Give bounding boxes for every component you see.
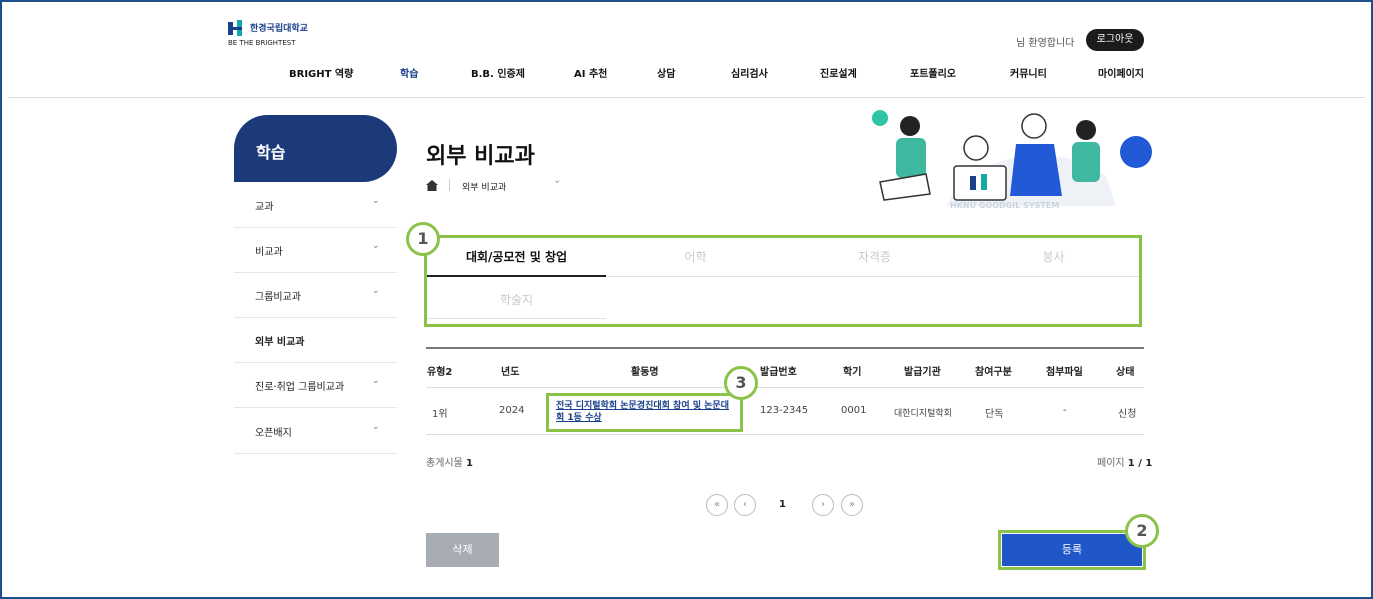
total-value: 1 (466, 458, 473, 469)
table-top-border (426, 347, 1144, 349)
column-header-semester: 학기 (843, 367, 862, 378)
cell-attachment: - (1063, 405, 1067, 416)
chevron-down-icon: ⌄ (372, 422, 380, 432)
sidebar-item-label: 비교과 (255, 247, 283, 258)
annotation-badge-1: 1 (406, 222, 440, 256)
sidebar-title-text: 학습 (256, 143, 286, 162)
logout-button[interactable]: 로그아웃 (1086, 29, 1144, 51)
current-page-number[interactable]: 1 (779, 499, 786, 510)
sidebar-item-label: 오픈배지 (255, 428, 292, 439)
tab-divider (427, 318, 606, 319)
total-label: 총게시물 (426, 458, 463, 469)
tab-language[interactable]: 어학 (606, 248, 785, 265)
logo-mark-icon (228, 20, 248, 36)
column-header-issuer: 발급기관 (904, 367, 941, 378)
annotation-badge-3: 3 (724, 366, 758, 400)
welcome-message: 님 환영합니다 (1016, 38, 1075, 49)
delete-button[interactable]: 삭제 (426, 533, 499, 567)
nav-career-design[interactable]: 진로설계 (820, 65, 857, 80)
nav-community[interactable]: 커뮤니티 (1010, 65, 1047, 80)
activity-title-link[interactable]: 전국 디지털학회 논문경진대회 참여 및 논문대회 1등 수상 (556, 400, 736, 424)
sidebar-item-external-extracurricular[interactable]: 외부 비교과 (234, 318, 397, 363)
sidebar-item-curriculum[interactable]: 교과 ⌄ (234, 183, 397, 228)
logo-tagline: BE THE BRIGHTEST (228, 39, 296, 47)
nav-learning[interactable]: 학습 (400, 65, 418, 80)
page-info: 페이지 1 / 1 (1097, 454, 1152, 469)
prev-page-icon[interactable]: ‹ (734, 494, 756, 516)
cell-semester: 0001 (841, 405, 867, 416)
nav-bb-cert[interactable]: B.B. 인증제 (471, 65, 525, 80)
page-label: 페이지 (1097, 458, 1125, 469)
sidebar-item-label: 교과 (255, 202, 274, 213)
cell-issue-no: 123-2345 (760, 405, 809, 416)
column-header-status: 상태 (1116, 367, 1135, 378)
sidebar-item-label: 진로·취업 그룹비교과 (255, 382, 345, 393)
register-button[interactable]: 등록 (1002, 534, 1142, 566)
column-header-activity: 활동명 (631, 367, 659, 378)
sidebar-item-open-badge[interactable]: 오픈배지 ⌄ (234, 409, 397, 454)
chevron-down-icon: ⌄ (372, 286, 380, 296)
first-page-icon[interactable]: « (706, 494, 728, 516)
nav-ai-recommend[interactable]: AI 추천 (574, 65, 607, 80)
nav-portfolio[interactable]: 포트폴리오 (910, 65, 956, 80)
sidebar-item-career-group[interactable]: 진로·취업 그룹비교과 ⌄ (234, 363, 397, 408)
hero-illustration: HKNU GOODGIL SYSTEM (872, 110, 1152, 210)
header-divider (8, 97, 1365, 98)
table-row-divider (426, 434, 1144, 435)
cell-participation: 단독 (985, 409, 1004, 420)
column-header-issue-no: 발급번호 (760, 367, 797, 378)
nav-mypage[interactable]: 마이페이지 (1098, 65, 1144, 80)
nav-psych-test[interactable]: 심리검사 (731, 65, 768, 80)
page-value: 1 / 1 (1127, 458, 1153, 469)
tab-competition-startup[interactable]: 대회/공모전 및 창업 (427, 248, 606, 265)
cell-type2: 1위 (432, 409, 448, 420)
chevron-down-icon: ⌄ (372, 376, 380, 386)
breadcrumb-chevron-down-icon[interactable]: ⌄ (553, 175, 561, 186)
tab-journal[interactable]: 학술지 (427, 291, 606, 308)
tab-certificate[interactable]: 자격증 (785, 248, 964, 265)
column-header-type2: 유형2 (427, 367, 453, 378)
column-header-participation: 참여구분 (975, 367, 1012, 378)
active-tab-indicator (427, 275, 606, 277)
nav-bright[interactable]: BRIGHT 역량 (289, 65, 353, 80)
column-header-year: 년도 (501, 367, 520, 378)
sidebar-item-extracurricular[interactable]: 비교과 ⌄ (234, 228, 397, 273)
total-count: 총게시물 1 (426, 454, 473, 469)
nav-counseling[interactable]: 상담 (657, 65, 675, 80)
sidebar-item-label: 외부 비교과 (255, 337, 305, 348)
column-header-attachment: 첨부파일 (1046, 367, 1083, 378)
tab-divider (606, 276, 1139, 277)
sidebar-item-group-extracurricular[interactable]: 그룹비교과 ⌄ (234, 273, 397, 318)
cell-status: 신청 (1118, 409, 1137, 420)
table-header-divider (426, 387, 1144, 388)
breadcrumb-separator (449, 179, 450, 191)
cell-year: 2024 (499, 405, 525, 416)
tab-volunteer[interactable]: 봉사 (964, 248, 1143, 265)
sidebar-title: 학습 (234, 115, 397, 182)
chevron-down-icon: ⌄ (372, 241, 380, 251)
breadcrumb[interactable]: 외부 비교과 (462, 180, 506, 193)
illustration-caption: HKNU GOODGIL SYSTEM (950, 201, 1059, 210)
logo-name: 한경국립대학교 (250, 24, 308, 34)
home-icon[interactable] (426, 180, 438, 191)
last-page-icon[interactable]: » (841, 494, 863, 516)
annotation-badge-2: 2 (1125, 514, 1159, 548)
cell-issuer: 대한디지털학회 (894, 409, 952, 419)
page-title: 외부 비교과 (426, 144, 535, 169)
next-page-icon[interactable]: › (812, 494, 834, 516)
sidebar-item-label: 그룹비교과 (255, 292, 301, 303)
chevron-down-icon: ⌄ (372, 196, 380, 206)
